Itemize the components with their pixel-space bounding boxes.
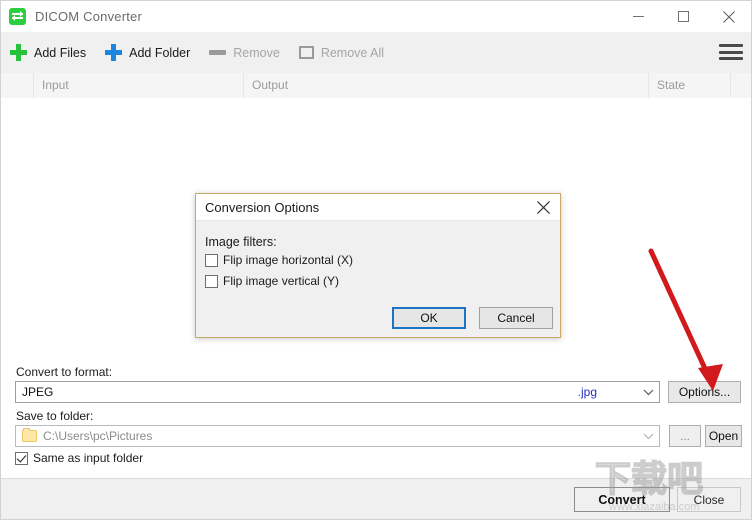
add-folder-button[interactable]: Add Folder [96,32,200,73]
add-folder-label: Add Folder [129,45,191,60]
flip-vertical-label: Flip image vertical (Y) [223,274,340,288]
dialog-title-bar: Conversion Options [196,194,560,221]
format-label: Convert to format: [16,365,113,379]
remove-all-label: Remove All [320,45,385,60]
close-button[interactable] [706,1,751,32]
minus-dash-icon [209,50,227,55]
folder-value: C:\Users\pc\Pictures [43,429,153,443]
chevron-down-icon [637,426,659,446]
add-files-label: Add Files [34,45,87,60]
conversion-options-dialog: Conversion Options Image filters: Flip i… [195,193,561,338]
dialog-ok-button[interactable]: OK [392,307,466,329]
convert-button[interactable]: Convert [574,487,670,512]
dialog-body: Image filters: Flip image horizontal (X)… [196,221,560,337]
remove-label: Remove [233,45,280,60]
dialog-title: Conversion Options [205,200,320,215]
folder-icon [22,428,37,442]
dialog-cancel-button[interactable]: Cancel [479,307,553,329]
folder-label: Save to folder: [16,409,94,423]
remove-all-button: Remove All [290,32,394,73]
options-button[interactable]: Options... [668,381,741,403]
dialog-close-icon[interactable] [526,194,560,220]
flip-vertical-row[interactable]: Flip image vertical (Y) [205,274,339,288]
open-folder-button[interactable]: Open [705,425,742,447]
minimize-button[interactable] [616,1,661,32]
format-value: JPEG [22,385,54,399]
image-filters-label: Image filters: [205,235,277,249]
flip-horizontal-checkbox[interactable] [205,253,218,267]
maximize-button[interactable] [661,1,706,32]
same-as-input-folder-label: Same as input folder [33,451,144,465]
format-extension: .jpg [577,385,597,399]
convert-arrows-icon [9,8,26,25]
flip-horizontal-row[interactable]: Flip image horizontal (X) [205,253,353,267]
footer-bar: Convert Close [1,478,751,519]
title-bar: DICOM Converter [1,1,751,32]
folder-combobox[interactable]: C:\Users\pc\Pictures [15,425,660,447]
flip-horizontal-label: Flip image horizontal (X) [223,253,354,267]
toolbar: Add Files Add Folder Remove Remove All [1,32,751,74]
same-as-input-folder-checkbox[interactable] [15,451,28,465]
browse-folder-button[interactable]: ... [669,425,701,447]
plus-green-icon [10,44,27,61]
flip-vertical-checkbox[interactable] [205,274,218,288]
remove-button: Remove [200,32,290,73]
hamburger-menu-icon[interactable] [719,42,743,62]
same-as-input-folder-row[interactable]: Same as input folder [15,451,143,465]
square-icon [298,46,314,59]
app-window: DICOM Converter Add Files Add Folder Rem… [0,0,752,520]
column-header-state[interactable]: State [648,73,730,98]
plus-blue-icon [105,44,123,61]
column-header-spacer [730,73,751,98]
format-combobox[interactable]: JPEG .jpg [15,381,660,403]
file-list-header: Input Output State [1,73,751,99]
window-controls [616,1,751,32]
column-header-output[interactable]: Output [243,73,648,98]
window-title: DICOM Converter [35,9,143,24]
chevron-down-icon [637,382,659,402]
column-header-input[interactable]: Input [33,73,243,98]
add-files-button[interactable]: Add Files [1,32,96,73]
close-button-footer[interactable]: Close [677,487,741,512]
conversion-form: Convert to format: JPEG .jpg Options... … [1,359,751,478]
